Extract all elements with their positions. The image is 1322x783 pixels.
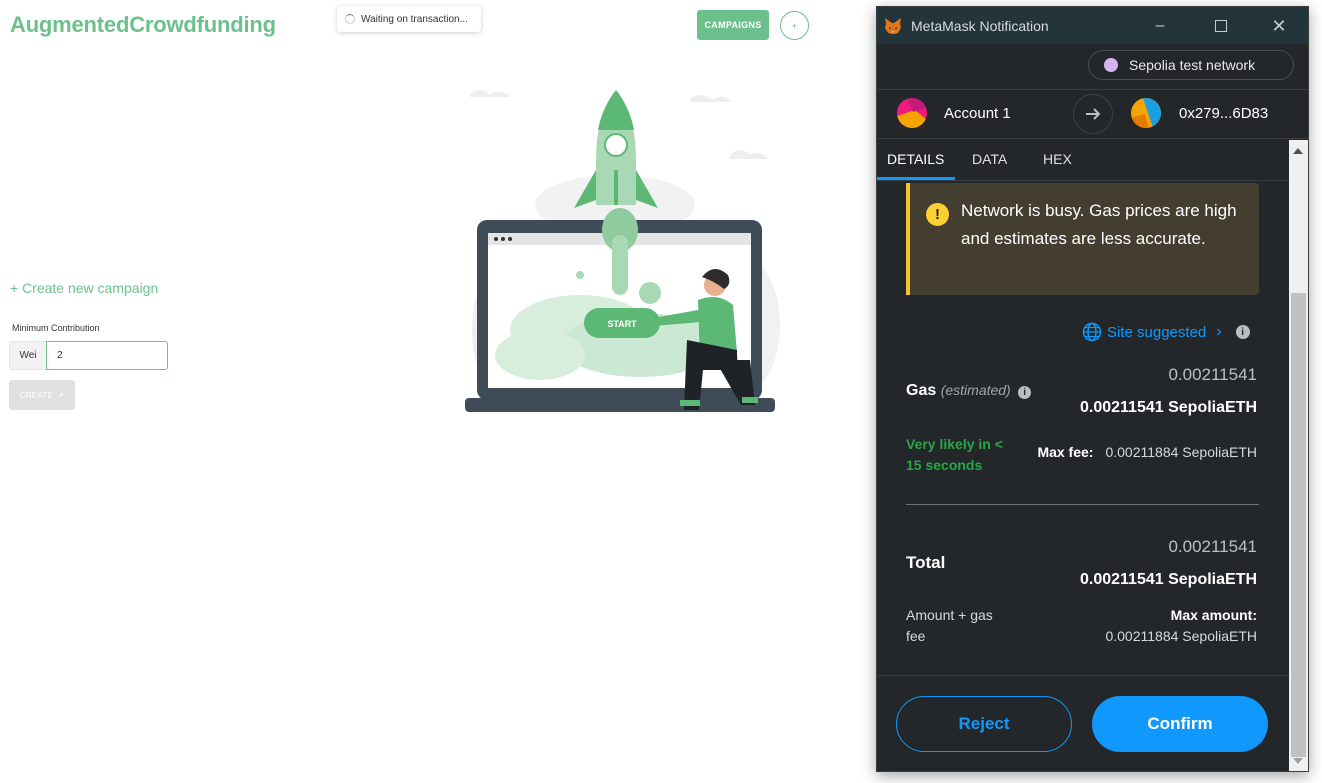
- recipient-address[interactable]: 0x279...6D83: [1179, 105, 1268, 122]
- footer-divider: [877, 675, 1289, 676]
- chevron-right-icon: ›: [1216, 323, 1222, 340]
- metamask-fox-icon: [885, 17, 901, 34]
- network-dot-icon: [1104, 58, 1118, 72]
- metamask-notification-window: MetaMask Notification – ✕ Sepolia test n…: [876, 6, 1309, 772]
- arrow-right-icon: [1073, 94, 1113, 134]
- brand-logo-text[interactable]: AugmentedCrowdfunding: [10, 12, 276, 38]
- gas-estimated-label: (estimated): [940, 382, 1011, 398]
- confirm-button[interactable]: Confirm: [1092, 696, 1268, 752]
- divider: [906, 504, 1259, 505]
- max-fee-row: Max fee: 0.00211884 SepoliaETH: [1037, 444, 1257, 460]
- network-busy-warning: ! Network is busy. Gas prices are high a…: [906, 183, 1259, 295]
- unit-label: Wei: [9, 341, 46, 370]
- max-amount-value: 0.00211884 SepoliaETH: [1105, 628, 1257, 644]
- account-avatar-icon: [897, 98, 927, 128]
- minimum-contribution-label: Minimum Contribution: [12, 323, 100, 333]
- minimize-button[interactable]: –: [1145, 13, 1175, 39]
- total-value: 0.00211541 SepoliaETH: [1080, 571, 1257, 588]
- warning-icon: !: [926, 203, 949, 226]
- tab-hex[interactable]: HEX: [1043, 151, 1072, 167]
- maximize-button[interactable]: [1206, 13, 1236, 39]
- scrollbar-thumb[interactable]: [1291, 293, 1306, 757]
- rocket-launch-illustration: START: [465, 90, 780, 412]
- gas-value: 0.00211541 SepoliaETH: [1080, 399, 1257, 416]
- minimum-contribution-input[interactable]: [46, 341, 168, 370]
- loading-spinner-icon: [345, 14, 355, 24]
- network-selector[interactable]: Sepolia test network: [1088, 50, 1294, 80]
- scroll-down-icon[interactable]: [1293, 758, 1303, 764]
- gas-label: Gas (estimated) i: [906, 382, 1032, 400]
- gas-fiat-value: 0.00211541: [1168, 365, 1257, 384]
- create-campaign-link[interactable]: + Create new campaign: [10, 280, 158, 296]
- max-fee-label: Max fee:: [1037, 444, 1094, 460]
- max-amount-label: Max amount:: [1170, 607, 1257, 623]
- warning-text: Network is busy. Gas prices are high and…: [961, 201, 1237, 248]
- create-button-label: CREATE: [19, 390, 54, 400]
- account-name: Account 1: [944, 105, 1011, 122]
- max-amount-block: Max amount: 0.00211884 SepoliaETH: [1105, 605, 1257, 647]
- transaction-toast: Waiting on transaction...: [337, 6, 481, 32]
- close-window-button[interactable]: ✕: [1264, 13, 1294, 39]
- site-suggested-row[interactable]: Site suggested › i: [1082, 322, 1250, 342]
- toast-text: Waiting on transaction...: [361, 13, 468, 25]
- illustration-start-label: START: [607, 319, 637, 329]
- network-name: Sepolia test network: [1129, 57, 1256, 73]
- reject-button[interactable]: Reject: [896, 696, 1072, 752]
- scrollbar[interactable]: [1289, 140, 1308, 771]
- amount-gas-fee-label: Amount + gas fee: [906, 607, 993, 644]
- scroll-up-icon[interactable]: [1293, 148, 1303, 154]
- gas-title: Gas: [906, 382, 937, 399]
- gas-time-estimate: Very likely in < 15 seconds: [906, 436, 1003, 473]
- maximize-icon: [1215, 20, 1227, 32]
- window-title: MetaMask Notification: [911, 17, 1049, 34]
- info-icon[interactable]: i: [1235, 325, 1250, 339]
- total-label: Total: [906, 553, 946, 572]
- globe-icon: [1082, 322, 1102, 342]
- gas-info-icon[interactable]: i: [1018, 386, 1032, 399]
- campaigns-button[interactable]: CAMPAIGNS: [697, 10, 769, 40]
- max-fee-value: 0.00211884 SepoliaETH: [1105, 444, 1257, 460]
- tx-tabs: DETAILS DATA HEX: [877, 140, 1289, 181]
- site-suggested-link[interactable]: Site suggested: [1107, 324, 1206, 341]
- window-title-bar: MetaMask Notification: [877, 7, 1308, 44]
- add-circle-button[interactable]: +: [780, 11, 809, 40]
- total-fiat-value: 0.00211541: [1168, 537, 1257, 556]
- active-tab-indicator: [877, 177, 955, 180]
- recipient-avatar-icon: [1131, 98, 1161, 128]
- external-link-icon: ↗: [57, 390, 65, 400]
- tab-data[interactable]: DATA: [972, 151, 1007, 167]
- create-button[interactable]: CREATE ↗: [9, 380, 75, 410]
- sender-recipient-row: Account 1 0x279...6D83: [877, 89, 1308, 139]
- tab-details[interactable]: DETAILS: [887, 151, 944, 167]
